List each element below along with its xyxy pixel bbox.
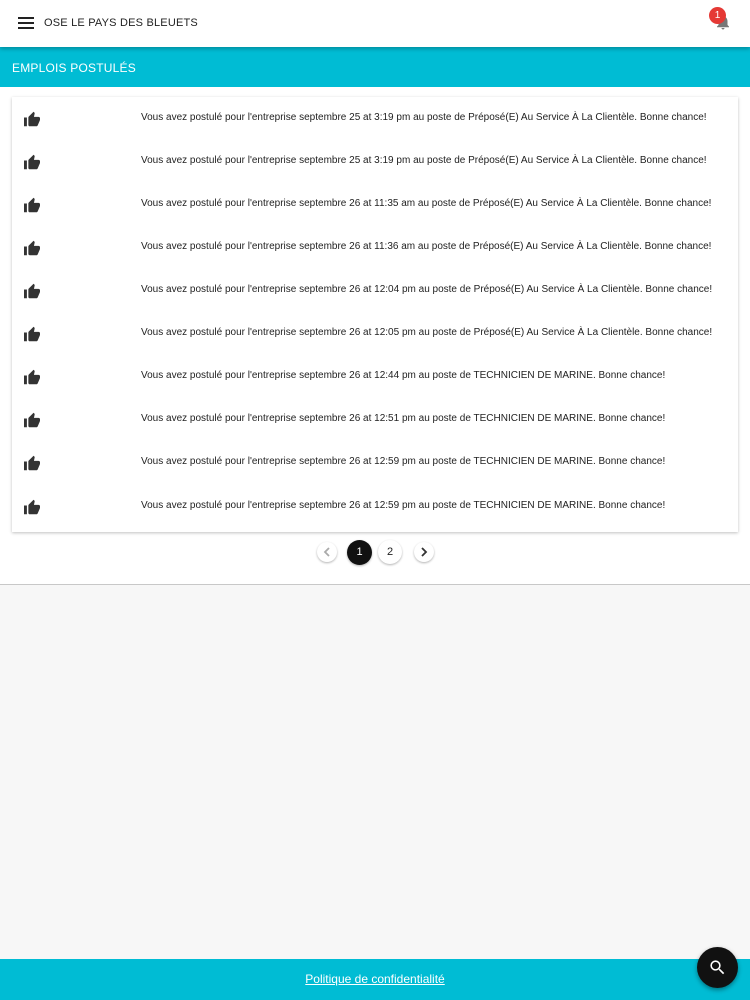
list-item: Vous avez postulé pour l'entreprise sept…	[12, 312, 738, 355]
thumb-up-icon	[24, 111, 40, 127]
application-text: Vous avez postulé pour l'entreprise sept…	[141, 155, 707, 166]
application-text: Vous avez postulé pour l'entreprise sept…	[141, 284, 713, 295]
thumb-up-icon	[24, 154, 40, 170]
chevron-right-icon	[421, 547, 428, 557]
application-text: Vous avez postulé pour l'entreprise sept…	[141, 112, 707, 123]
application-text: Vous avez postulé pour l'entreprise sept…	[141, 198, 712, 209]
thumb-up-icon	[24, 326, 40, 342]
thumb-up-icon	[24, 412, 40, 428]
thumb-up-icon	[24, 283, 40, 299]
application-text: Vous avez postulé pour l'entreprise sept…	[141, 370, 666, 381]
application-text: Vous avez postulé pour l'entreprise sept…	[141, 456, 666, 467]
application-text: Vous avez postulé pour l'entreprise sept…	[141, 327, 713, 338]
list-item: Vous avez postulé pour l'entreprise sept…	[12, 441, 738, 484]
application-text: Vous avez postulé pour l'entreprise sept…	[141, 500, 666, 511]
section-header: EMPLOIS POSTULÉS	[0, 47, 750, 87]
pagination-prev-button[interactable]	[317, 542, 337, 562]
list-item: Vous avez postulé pour l'entreprise sept…	[12, 183, 738, 226]
list-item: Vous avez postulé pour l'entreprise sept…	[12, 355, 738, 398]
search-fab[interactable]	[697, 947, 738, 988]
privacy-policy-link[interactable]: Politique de confidentialité	[0, 972, 750, 986]
menu-icon[interactable]	[18, 17, 34, 29]
top-app-bar: OSE LE PAYS DES BLEUETS 1	[0, 0, 750, 47]
footer: Politique de confidentialité	[0, 959, 750, 1000]
section-title: EMPLOIS POSTULÉS	[12, 61, 136, 75]
app-title: OSE LE PAYS DES BLEUETS	[44, 17, 198, 29]
application-text: Vous avez postulé pour l'entreprise sept…	[141, 413, 666, 424]
thumb-up-icon	[24, 240, 40, 256]
list-item: Vous avez postulé pour l'entreprise sept…	[12, 97, 738, 140]
list-item: Vous avez postulé pour l'entreprise sept…	[12, 485, 738, 528]
list-item: Vous avez postulé pour l'entreprise sept…	[12, 140, 738, 183]
thumb-up-icon	[24, 499, 40, 515]
application-text: Vous avez postulé pour l'entreprise sept…	[141, 241, 712, 252]
list-item: Vous avez postulé pour l'entreprise sept…	[12, 269, 738, 312]
chevron-left-icon	[323, 547, 330, 557]
pagination-next-button[interactable]	[414, 542, 434, 562]
thumb-up-icon	[24, 369, 40, 385]
notification-badge: 1	[709, 7, 726, 24]
pagination: 1 2	[0, 540, 750, 566]
list-item: Vous avez postulé pour l'entreprise sept…	[12, 226, 738, 269]
applications-card: Vous avez postulé pour l'entreprise sept…	[12, 97, 738, 532]
thumb-up-icon	[24, 197, 40, 213]
search-icon	[710, 960, 725, 975]
pagination-page-2[interactable]: 2	[378, 540, 402, 564]
list-item: Vous avez postulé pour l'entreprise sept…	[12, 398, 738, 441]
pagination-page-1[interactable]: 1	[347, 540, 372, 565]
thumb-up-icon	[24, 455, 40, 471]
